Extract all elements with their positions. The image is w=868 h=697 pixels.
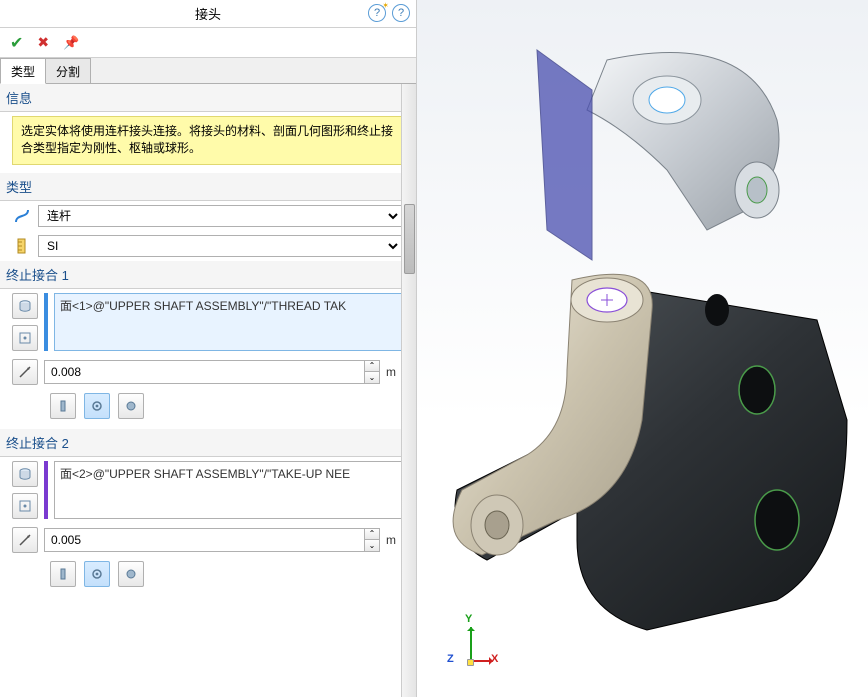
section-title-joint2: 终止接合 2 <box>6 433 69 452</box>
joint2-face-list[interactable]: 面<2>@"UPPER SHAFT ASSEMBLY"/"TAKE-UP NEE <box>54 461 402 519</box>
accent-strip <box>44 461 48 519</box>
joint2-end-type-row <box>0 557 414 597</box>
section-title-info: 信息 <box>6 88 32 107</box>
accent-strip <box>44 293 48 351</box>
model-view[interactable] <box>417 0 868 697</box>
axis-y-label: Y <box>465 613 472 625</box>
face-select-icon[interactable] <box>12 461 38 487</box>
unit-row: SI <box>0 231 414 261</box>
section-title-joint1: 终止接合 1 <box>6 265 69 284</box>
section-header-type[interactable]: 类型 ⌃ <box>0 173 414 201</box>
joint2-unit: m <box>386 533 402 547</box>
pivot-end-button[interactable] <box>84 393 110 419</box>
ball-end-button[interactable] <box>118 561 144 587</box>
spin-up-button[interactable]: ⌃ <box>364 360 380 372</box>
joint2-value-input[interactable] <box>44 528 364 552</box>
graphics-viewport[interactable]: Y X Z <box>417 0 868 697</box>
triad-origin-icon <box>467 659 474 666</box>
pivot-end-button[interactable] <box>84 561 110 587</box>
joint1-face-list[interactable]: 面<1>@"UPPER SHAFT ASSEMBLY"/"THREAD TAK <box>54 293 402 351</box>
unit-select[interactable]: SI <box>38 235 402 257</box>
confirm-bar: ✔ ✖ 📌 <box>0 28 416 58</box>
joint2-face-row: 面<2>@"UPPER SHAFT ASSEMBLY"/"TAKE-UP NEE <box>0 457 414 523</box>
joint1-value-input[interactable] <box>44 360 364 384</box>
panel-header: 接头 ? ? <box>0 0 416 28</box>
rigid-end-button[interactable] <box>50 393 76 419</box>
spin-down-button[interactable]: ⌄ <box>364 539 380 552</box>
header-help-group: ? ? <box>368 4 410 22</box>
panel-scrollbar[interactable] <box>401 84 416 697</box>
connector-type-select[interactable]: 连杆 <box>38 205 402 227</box>
rigid-end-button[interactable] <box>50 561 76 587</box>
face-select-icon[interactable] <box>12 293 38 319</box>
joint1-face-row: 面<1>@"UPPER SHAFT ASSEMBLY"/"THREAD TAK <box>0 289 414 355</box>
property-panel: 接头 ? ? ✔ ✖ 📌 类型 分割 信息 ⌃ 选定实体将使用连杆接头连接。将接… <box>0 0 417 697</box>
ruler-icon <box>12 236 32 256</box>
joint2-spinner: ⌃ ⌄ <box>364 528 380 552</box>
sections-scroll[interactable]: 信息 ⌃ 选定实体将使用连杆接头连接。将接头的材料、剖面几何图形和终止接合类型指… <box>0 84 416 697</box>
joint1-unit: m <box>386 365 402 379</box>
spin-up-button[interactable]: ⌃ <box>364 528 380 540</box>
section-header-joint2[interactable]: 终止接合 2 ⌃ <box>0 429 414 457</box>
vertex-select-icon[interactable] <box>12 493 38 519</box>
section-header-joint1[interactable]: 终止接合 1 ⌃ <box>0 261 414 289</box>
dimension-icon[interactable] <box>12 527 38 553</box>
connector-type-row: 连杆 <box>0 201 414 231</box>
help-tips-button[interactable]: ? <box>368 4 386 22</box>
pin-button[interactable]: 📌 <box>63 35 79 51</box>
info-message: 选定实体将使用连杆接头连接。将接头的材料、剖面几何图形和终止接合类型指定为刚性、… <box>12 116 402 165</box>
joint1-value-row: ⌃ ⌄ m <box>0 355 414 389</box>
axis-x-label: X <box>491 653 498 665</box>
joint1-end-type-row <box>0 389 414 429</box>
orientation-triad[interactable]: Y X Z <box>445 615 505 675</box>
cancel-button[interactable]: ✖ <box>37 34 49 51</box>
joint2-value-row: ⌃ ⌄ m <box>0 523 414 557</box>
section-title-type: 类型 <box>6 177 32 196</box>
axis-z-label: Z <box>447 653 454 665</box>
ball-end-button[interactable] <box>118 393 144 419</box>
section-header-info[interactable]: 信息 ⌃ <box>0 84 414 112</box>
connector-icon <box>12 206 32 226</box>
joint1-value-input-wrap: ⌃ ⌄ <box>44 360 380 384</box>
ok-button[interactable]: ✔ <box>10 33 23 53</box>
vertex-select-icon[interactable] <box>12 325 38 351</box>
joint1-spinner: ⌃ ⌄ <box>364 360 380 384</box>
help-button[interactable]: ? <box>392 4 410 22</box>
dimension-icon[interactable] <box>12 359 38 385</box>
spin-down-button[interactable]: ⌄ <box>364 371 380 384</box>
panel-title: 接头 <box>195 4 221 23</box>
joint2-value-input-wrap: ⌃ ⌄ <box>44 528 380 552</box>
joint2-side-icons <box>12 461 38 519</box>
joint1-side-icons <box>12 293 38 351</box>
tab-split[interactable]: 分割 <box>45 58 91 83</box>
scrollbar-thumb[interactable] <box>404 204 415 274</box>
tabs: 类型 分割 <box>0 58 416 84</box>
tab-type[interactable]: 类型 <box>0 58 46 84</box>
